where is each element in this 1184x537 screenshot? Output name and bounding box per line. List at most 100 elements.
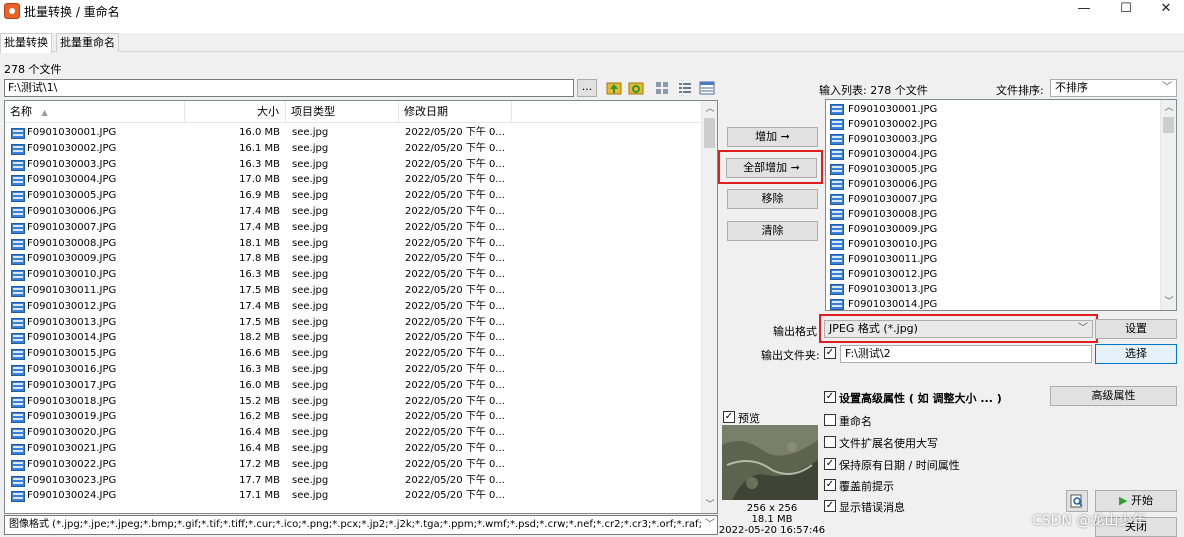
large-icons-view-icon[interactable] [654,80,670,96]
column-header-size[interactable]: 大小 [185,101,286,123]
list-item[interactable]: F0901030002.JPG [826,117,1161,132]
file-type-filter[interactable]: 图像格式 (*.jpg;*.jpe;*.jpeg;*.bmp;*.gif;*.t… [4,515,718,535]
output-folder-input[interactable]: F:\测试\2 [840,345,1092,363]
scroll-up-icon[interactable]: ︿ [702,101,717,117]
image-file-icon [830,254,844,265]
output-format-select[interactable]: JPEG 格式 (*.jpg) ﹀ [824,320,1093,338]
scroll-up-icon[interactable]: ︿ [1161,100,1176,116]
table-row[interactable]: F0901030001.JPG 16.0 MB see.jpg 2022/05/20 … [5,125,703,141]
minimize-button[interactable]: — [1064,0,1104,20]
scroll-thumb[interactable] [1163,117,1174,133]
table-row[interactable]: F0901030019.JPG 16.2 MB see.jpg 2022/05/20 … [5,409,703,425]
tab-batch-convert[interactable]: 批量转换 [0,33,52,53]
scroll-down-icon[interactable]: ﹀ [702,497,717,513]
table-row[interactable]: F0901030023.JPG 17.7 MB see.jpg 2022/05/20 … [5,473,703,489]
tab-batch-rename[interactable]: 批量重命名 [56,33,119,52]
list-item[interactable]: F0901030010.JPG [826,237,1161,252]
file-list-scrollbar[interactable]: ︿ ﹀ [701,101,717,513]
column-header-type[interactable]: 项目类型 [286,101,399,123]
choose-folder-button[interactable]: 选择 [1095,344,1177,364]
table-row[interactable]: F0901030005.JPG 16.9 MB see.jpg 2022/05/20 … [5,188,703,204]
advanced-checkbox[interactable]: ✓ [824,391,836,403]
maximize-button[interactable]: ☐ [1106,0,1146,20]
list-item[interactable]: F0901030011.JPG [826,252,1161,267]
format-settings-button[interactable]: 设置 [1095,319,1177,339]
details-view-icon[interactable] [699,80,715,96]
scroll-down-icon[interactable]: ﹀ [1161,294,1176,310]
list-item[interactable]: F0901030007.JPG [826,192,1161,207]
table-row[interactable]: F0901030017.JPG 16.0 MB see.jpg 2022/05/20 … [5,378,703,394]
file-sort-select[interactable]: 不排序 ﹀ [1050,79,1177,97]
table-row[interactable]: F0901030011.JPG 17.5 MB see.jpg 2022/05/20 … [5,283,703,299]
table-row[interactable]: F0901030003.JPG 16.3 MB see.jpg 2022/05/20 … [5,157,703,173]
preview-size: 18.1 MB [751,514,793,525]
chevron-down-icon: ﹀ [705,519,715,530]
table-row[interactable]: F0901030009.JPG 17.8 MB see.jpg 2022/05/20 … [5,251,703,267]
table-row[interactable]: F0901030020.JPG 16.4 MB see.jpg 2022/05/20 … [5,425,703,441]
list-item[interactable]: F0901030009.JPG [826,222,1161,237]
list-item[interactable]: F0901030006.JPG [826,177,1161,192]
sort-ascending-icon: ▲ [41,108,48,117]
file-name: F0901030006.JPG [27,206,117,217]
table-row[interactable]: F0901030013.JPG 17.5 MB see.jpg 2022/05/20 … [5,315,703,331]
table-row[interactable]: F0901030004.JPG 17.0 MB see.jpg 2022/05/20 … [5,172,703,188]
table-row[interactable]: F0901030024.JPG 17.1 MB see.jpg 2022/05/20 … [5,488,703,504]
preview-zoom-button[interactable] [1066,490,1088,512]
list-item[interactable]: F0901030005.JPG [826,162,1161,177]
column-header-name[interactable]: 名称 ▲ [5,101,185,123]
image-file-icon [11,365,25,376]
refresh-folder-icon[interactable] [628,80,644,96]
file-type: see.jpg [292,427,329,439]
column-header-modified[interactable]: 修改日期 [399,101,512,123]
list-item[interactable]: F0901030003.JPG [826,132,1161,147]
input-file-list[interactable]: F0901030001.JPG F0901030002.JPG F090103000… [825,99,1177,311]
show-errors-checkbox[interactable]: ✓ [824,500,836,512]
file-date: 2022/05/20 下午 0... [405,458,505,470]
list-view-icon[interactable] [677,80,693,96]
table-row[interactable]: F0901030021.JPG 16.4 MB see.jpg 2022/05/20 … [5,441,703,457]
image-file-icon [830,269,844,280]
file-list[interactable]: 名称 ▲ 大小 项目类型 修改日期 F0901030001.JPG 16.0 MB… [4,100,718,514]
table-row[interactable]: F0901030012.JPG 17.4 MB see.jpg 2022/05/20 … [5,299,703,315]
list-item[interactable]: F0901030004.JPG [826,147,1161,162]
input-list-scrollbar[interactable]: ︿ ﹀ [1160,100,1176,310]
image-file-icon [11,396,25,408]
scroll-thumb[interactable] [704,118,715,148]
list-item[interactable]: F0901030012.JPG [826,267,1161,282]
advanced-properties-button[interactable]: 高级属性 [1050,386,1177,406]
preview-checkbox[interactable]: ✓ [723,411,735,423]
table-row[interactable]: F0901030006.JPG 17.4 MB see.jpg 2022/05/20 … [5,204,703,220]
close-button[interactable]: ✕ [1146,0,1184,20]
rename-checkbox[interactable] [824,414,836,426]
folder-up-icon[interactable] [606,80,622,96]
output-folder-checkbox[interactable]: ✓ [824,347,836,359]
input-file-name: F0901030008.JPG [848,209,938,220]
add-button[interactable]: 增加 ➞ [727,127,818,147]
table-row[interactable]: F0901030007.JPG 17.4 MB see.jpg 2022/05/20 … [5,220,703,236]
file-date: 2022/05/20 下午 0... [405,364,505,375]
list-item[interactable]: F0901030013.JPG [826,282,1161,297]
folder-path-input[interactable]: F:\测试\1\ [4,79,574,97]
table-row[interactable]: F0901030018.JPG 15.2 MB see.jpg 2022/05/20 … [5,394,703,410]
table-row[interactable]: F0901030015.JPG 16.6 MB see.jpg 2022/05/20 … [5,346,703,362]
add-all-button[interactable]: 全部增加 ➞ [726,158,817,178]
clear-button[interactable]: 清除 [727,221,818,241]
browse-button[interactable]: ... [577,79,597,97]
ext-upper-checkbox[interactable] [824,436,836,448]
table-row[interactable]: F0901030016.JPG 16.3 MB see.jpg 2022/05/20 … [5,362,703,378]
list-item[interactable]: F0901030014.JPG [826,297,1161,310]
start-button[interactable]: ▶ 开始 [1095,490,1177,512]
keep-date-checkbox[interactable]: ✓ [824,458,836,470]
list-item[interactable]: F0901030001.JPG [826,102,1161,117]
table-row[interactable]: F0901030022.JPG 17.2 MB see.jpg 2022/05/20 … [5,457,703,473]
overwrite-prompt-checkbox[interactable]: ✓ [824,479,836,491]
list-item[interactable]: F0901030008.JPG [826,207,1161,222]
table-row[interactable]: F0901030014.JPG 18.2 MB see.jpg 2022/05/20 … [5,330,703,346]
table-row[interactable]: F0901030008.JPG 18.1 MB see.jpg 2022/05/20 … [5,236,703,252]
file-type: see.jpg [292,395,329,407]
table-row[interactable]: F0901030002.JPG 16.1 MB see.jpg 2022/05/20 … [5,141,703,157]
app-logo-icon [4,3,20,19]
image-file-icon [830,299,844,310]
table-row[interactable]: F0901030010.JPG 16.3 MB see.jpg 2022/05/20 … [5,267,703,283]
remove-button[interactable]: 移除 [727,189,818,209]
